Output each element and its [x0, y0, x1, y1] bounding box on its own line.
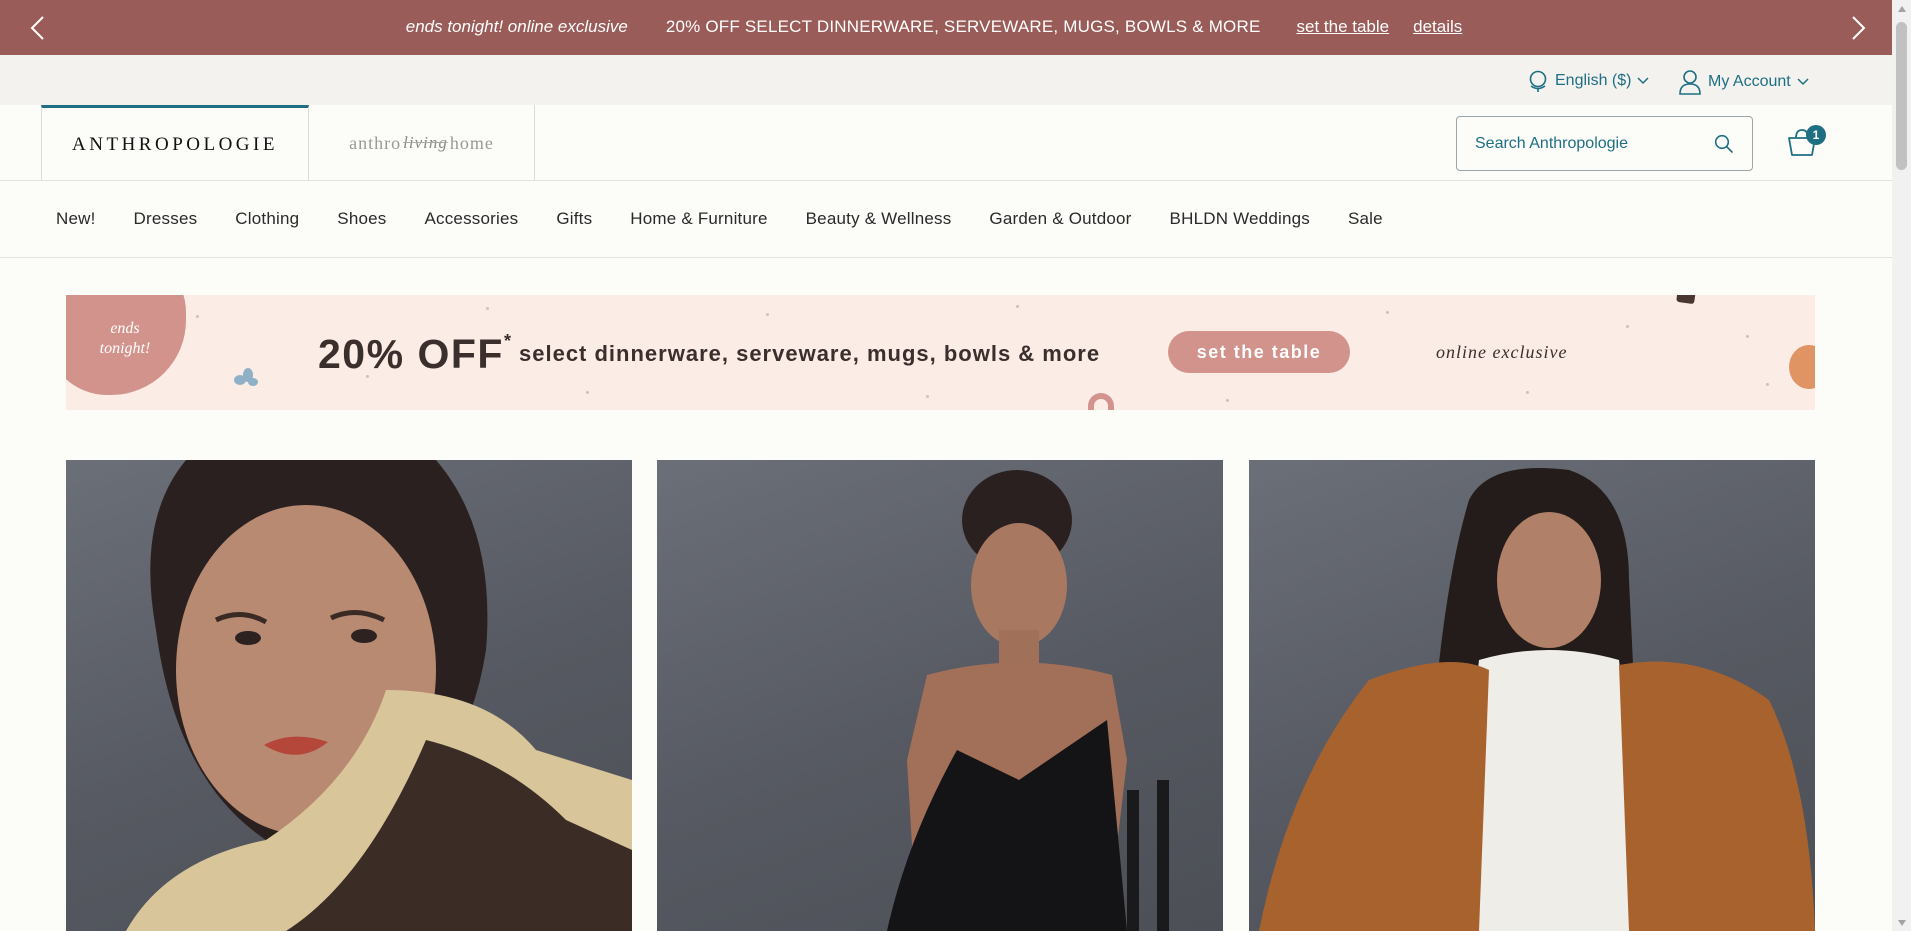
leaf-decoration-icon	[234, 368, 258, 386]
product-photo-black-slip-dress[interactable]	[657, 460, 1223, 931]
anthropologie-logo: ANTHROPOLOGIE	[72, 133, 278, 155]
search-icon[interactable]	[1714, 134, 1734, 154]
language-label: English ($)	[1555, 72, 1632, 89]
scroll-up-button[interactable]	[1892, 0, 1911, 17]
product-photo-leather-jacket[interactable]	[1249, 460, 1815, 931]
search-input[interactable]	[1475, 134, 1714, 153]
nav-item-home-furniture[interactable]: Home & Furniture	[630, 209, 767, 229]
dark-decoration	[1676, 295, 1696, 305]
nav-item-accessories[interactable]: Accessories	[424, 209, 518, 229]
ends-line-1: ends	[110, 320, 140, 337]
promo-next-button[interactable]	[1842, 11, 1876, 45]
banner-discount-value: 20% OFF	[318, 331, 504, 377]
model-photo-2	[887, 470, 1169, 931]
chevron-down-icon	[1637, 77, 1650, 85]
home-logo-living: living	[403, 133, 448, 152]
utility-bar: English ($) My Account	[0, 55, 1892, 105]
my-account-label: My Account	[1708, 73, 1791, 90]
main-nav: New! Dresses Clothing Shoes Accessories …	[0, 181, 1892, 258]
nav-item-garden-outdoor[interactable]: Garden & Outdoor	[989, 209, 1131, 229]
nav-item-sale[interactable]: Sale	[1348, 209, 1383, 229]
home-logo-suffix: home	[449, 132, 494, 153]
anthropologie-brand-tab[interactable]: ANTHROPOLOGIE	[41, 105, 309, 181]
site-header: ANTHROPOLOGIE anthrolivinghome 1	[0, 105, 1892, 181]
language-selector[interactable]: English ($)	[1527, 69, 1650, 93]
triangle-down-icon	[1897, 919, 1906, 926]
nav-item-bhldn-weddings[interactable]: BHLDN Weddings	[1170, 209, 1310, 229]
nav-item-clothing[interactable]: Clothing	[235, 209, 299, 229]
promo-tonight-text: ends tonight! online exclusive	[405, 17, 628, 36]
nav-item-shoes[interactable]: Shoes	[337, 209, 386, 229]
cart-count-badge: 1	[1806, 125, 1826, 145]
promo-details-link[interactable]: details	[1413, 17, 1462, 36]
nav-item-new[interactable]: New!	[56, 209, 96, 229]
scroll-thumb[interactable]	[1896, 22, 1907, 170]
nav-item-dresses[interactable]: Dresses	[134, 209, 198, 229]
banner-description: select dinnerware, serveware, mugs, bowl…	[519, 341, 1101, 366]
product-photo-shearling-jacket[interactable]	[66, 460, 632, 931]
banner-discount: 20% OFF*	[318, 331, 512, 378]
set-the-table-button[interactable]: set the table	[1168, 331, 1350, 373]
model-photo-3	[1259, 468, 1815, 931]
promo-line: ends tonight! online exclusive 20% OFF SE…	[0, 17, 1892, 37]
home-logo-prefix: anthro	[349, 132, 402, 153]
anthro-living-home-tab[interactable]: anthro living home	[309, 105, 535, 181]
arch-decoration	[1088, 393, 1114, 410]
chevron-down-icon	[1797, 78, 1809, 86]
online-exclusive-text: online exclusive	[1436, 342, 1568, 362]
my-account-menu[interactable]: My Account	[1678, 69, 1809, 95]
scroll-down-button[interactable]	[1892, 914, 1911, 931]
promo-banner[interactable]: ends tonight! 20% OFF* select dinnerware…	[66, 295, 1815, 410]
nav-item-beauty-wellness[interactable]: Beauty & Wellness	[806, 209, 952, 229]
nav-item-gifts[interactable]: Gifts	[556, 209, 592, 229]
model-photo-1	[126, 460, 632, 931]
search-box	[1456, 116, 1753, 171]
globe-icon	[1529, 70, 1547, 92]
page-scrollbar[interactable]	[1892, 0, 1911, 931]
ends-line-2: tonight!	[99, 340, 151, 357]
promo-bar: ends tonight! online exclusive 20% OFF SE…	[0, 0, 1892, 55]
triangle-up-icon	[1897, 5, 1906, 12]
promo-offer-text: 20% OFF SELECT DINNERWARE, SERVEWARE, MU…	[665, 17, 1261, 36]
banner-asterisk: *	[503, 331, 513, 351]
chevron-right-icon	[1852, 16, 1866, 40]
ends-tonight-text: ends tonight!	[80, 319, 170, 359]
cart-button[interactable]: 1	[1786, 125, 1826, 161]
orange-decoration	[1789, 345, 1815, 389]
user-icon	[1679, 70, 1701, 95]
promo-set-table-link[interactable]: set the table	[1297, 17, 1390, 36]
